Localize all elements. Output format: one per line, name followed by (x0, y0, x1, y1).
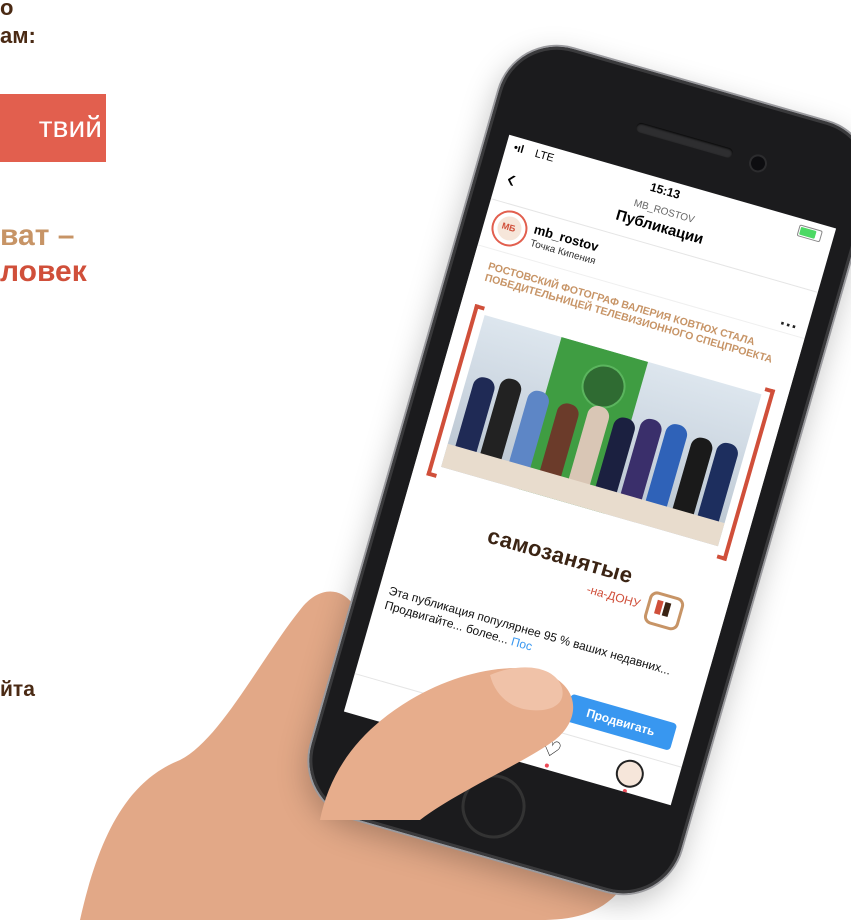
speaker (635, 121, 734, 159)
tagline: ват – ловек (0, 218, 87, 290)
avatar[interactable] (489, 208, 530, 249)
tagline-line-2: ловек (0, 255, 87, 288)
avatar-logo (494, 213, 525, 244)
battery-icon (796, 224, 823, 243)
brand-logo-icon (642, 589, 687, 633)
left-heading-line-1: о (0, 0, 14, 20)
brand-subtitle: -на-ДОНУ (585, 582, 642, 611)
left-heading-line-2: ам: (0, 23, 36, 48)
tagline-line-1: ват – (0, 219, 75, 252)
brand-name: самозанятые (484, 522, 636, 589)
profile-dot (622, 788, 628, 794)
thumb (320, 667, 574, 820)
signal-icon: •ıl (512, 141, 526, 157)
bottom-left-text: йта (0, 678, 35, 701)
red-banner[interactable]: твий (0, 94, 106, 162)
group-photo (441, 314, 762, 547)
camera (746, 152, 770, 175)
left-heading-text: о ам: (0, 0, 36, 50)
network-label: LTE (533, 147, 556, 165)
